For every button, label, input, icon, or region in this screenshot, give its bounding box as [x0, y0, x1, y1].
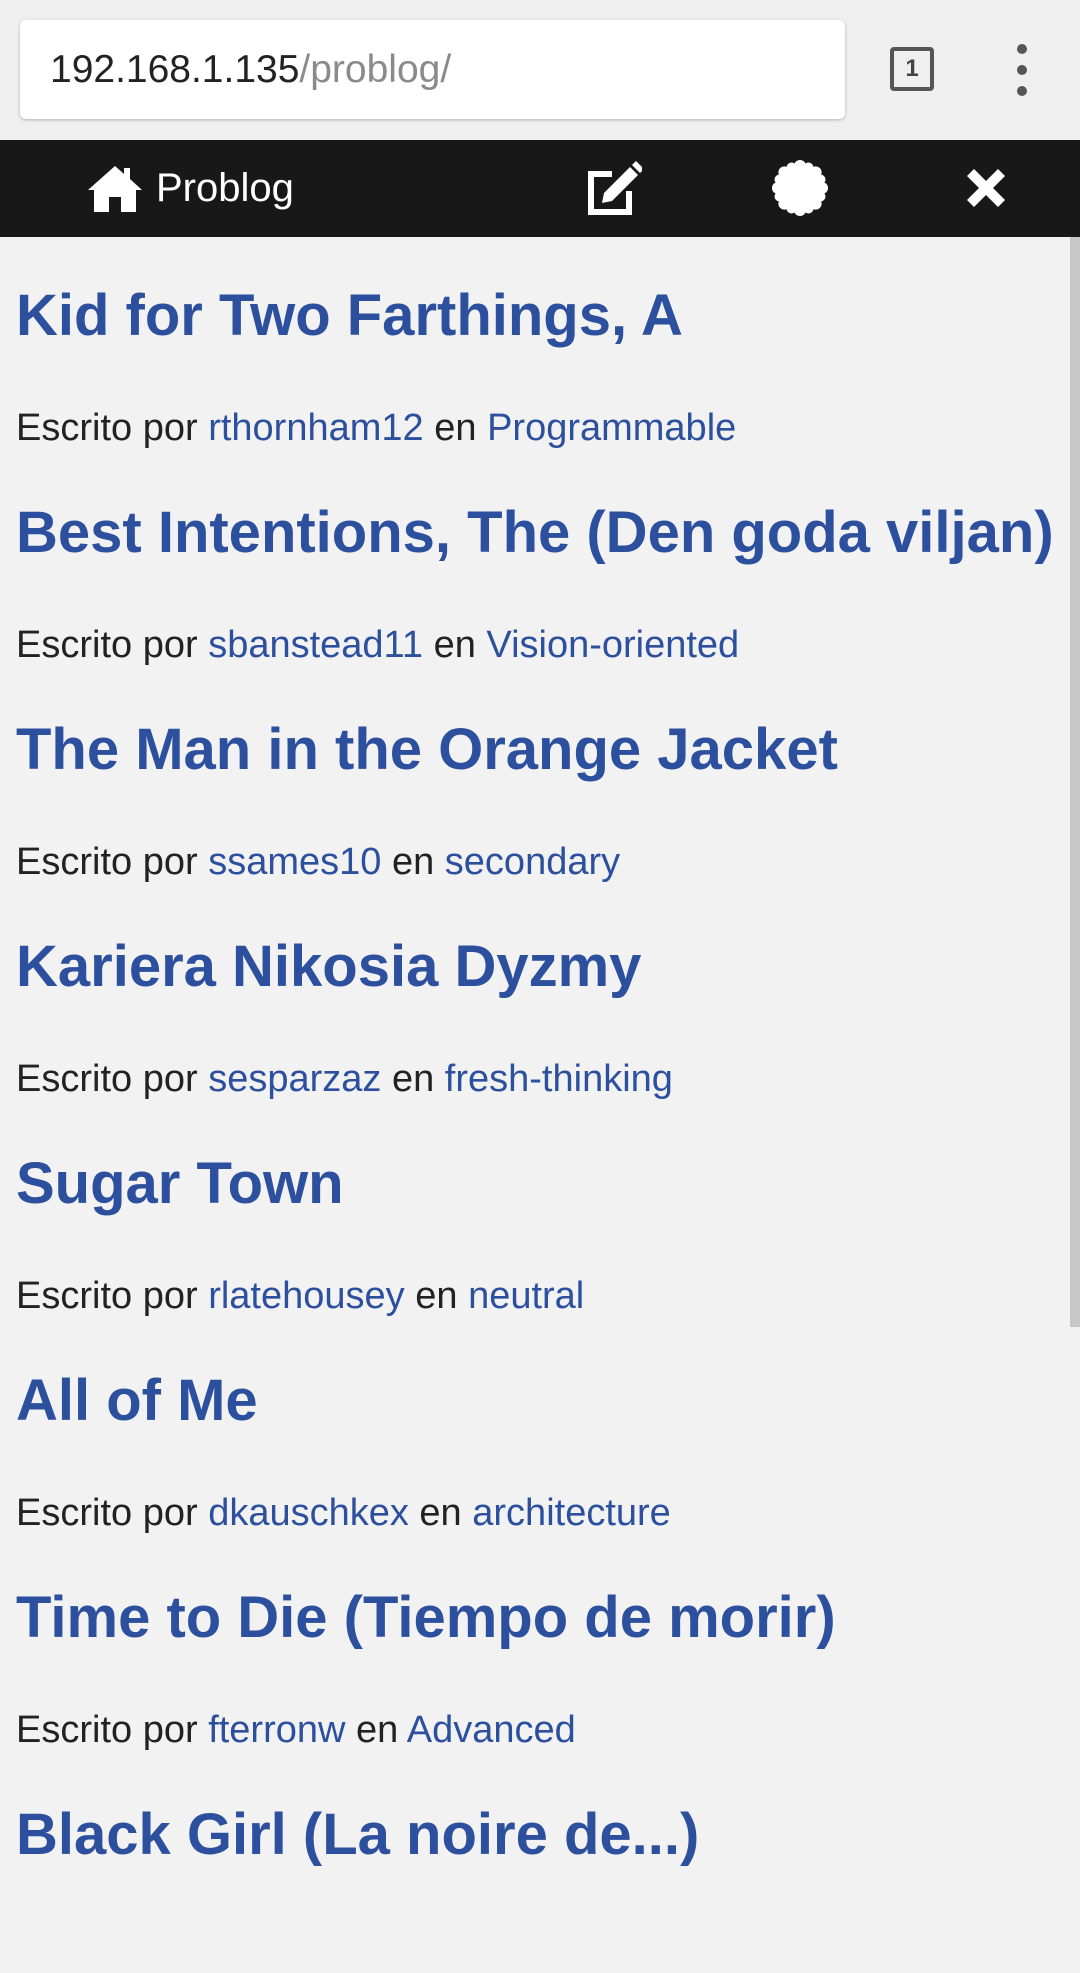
tab-count: 1: [905, 55, 919, 82]
post-item: Kariera Nikosia Dyzmy Escrito por sespar…: [16, 888, 1056, 1105]
browser-toolbar: 192.168.1.135/problog/ 1: [0, 0, 1080, 141]
post-item: Sugar Town Escrito por rlatehousey en ne…: [16, 1105, 1056, 1322]
author-link[interactable]: sbanstead11: [208, 624, 423, 666]
author-link[interactable]: sesparzaz: [208, 1058, 381, 1100]
meta-prefix: Escrito por: [16, 407, 198, 449]
meta-prefix: Escrito por: [16, 1709, 198, 1751]
meta-prefix: Escrito por: [16, 624, 198, 666]
category-link[interactable]: Vision-oriented: [486, 624, 739, 666]
post-meta: Escrito por fterronw en Advanced: [16, 1711, 576, 1749]
url-host: 192.168.1.135: [50, 47, 300, 91]
menu-dot: [1017, 86, 1027, 96]
post-title-link[interactable]: All of Me: [16, 1372, 258, 1430]
brand-home-link[interactable]: Problog: [86, 140, 294, 237]
browser-menu-button[interactable]: [1000, 44, 1044, 96]
meta-joiner: en: [433, 624, 476, 666]
post-item: Time to Die (Tiempo de morir) Escrito po…: [16, 1539, 1056, 1756]
meta-joiner: en: [391, 1058, 435, 1100]
author-link[interactable]: rlatehousey: [208, 1275, 404, 1317]
category-link[interactable]: Advanced: [407, 1709, 576, 1751]
tab-switcher-button[interactable]: 1: [890, 47, 934, 91]
meta-joiner: en: [434, 407, 477, 449]
post-meta: Escrito por sbanstead11 en Vision-orient…: [16, 626, 739, 664]
site-navbar: Problog: [0, 140, 1080, 237]
post-title-link[interactable]: Sugar Town: [16, 1155, 344, 1213]
post-meta: Escrito por rlatehousey en neutral: [16, 1277, 584, 1315]
category-link[interactable]: fresh-thinking: [445, 1058, 673, 1100]
category-link[interactable]: neutral: [468, 1275, 584, 1317]
gear-icon: [772, 160, 828, 216]
author-link[interactable]: fterronw: [208, 1709, 345, 1751]
close-icon: [967, 169, 1005, 207]
edit-icon: [588, 161, 642, 215]
meta-prefix: Escrito por: [16, 1058, 198, 1100]
meta-joiner: en: [419, 1492, 462, 1534]
post-meta: Escrito por dkauschkex en architecture: [16, 1494, 671, 1532]
meta-joiner: en: [356, 1709, 399, 1751]
post-list: Kid for Two Farthings, A Escrito por rth…: [16, 237, 1056, 1973]
url-path: /problog/: [299, 47, 452, 91]
meta-prefix: Escrito por: [16, 841, 198, 883]
post-title-link[interactable]: Black Girl (La noire de...): [16, 1806, 699, 1864]
brand-label: Problog: [156, 166, 294, 210]
post-meta: Escrito por rthornham12 en Programmable: [16, 409, 736, 447]
category-link[interactable]: architecture: [472, 1492, 671, 1534]
close-button[interactable]: [956, 158, 1016, 218]
author-link[interactable]: rthornham12: [208, 407, 423, 449]
category-link[interactable]: Programmable: [487, 407, 736, 449]
menu-dot: [1017, 44, 1027, 54]
post-item: All of Me Escrito por dkauschkex en arch…: [16, 1322, 1056, 1539]
author-link[interactable]: dkauschkex: [208, 1492, 409, 1534]
meta-joiner: en: [415, 1275, 458, 1317]
page-scrollbar[interactable]: [1070, 237, 1080, 1327]
address-bar[interactable]: 192.168.1.135/problog/: [20, 20, 845, 119]
edit-button[interactable]: [582, 158, 642, 218]
post-title-link[interactable]: The Man in the Orange Jacket: [16, 721, 838, 779]
home-icon: [88, 165, 142, 212]
post-item: The Man in the Orange Jacket Escrito por…: [16, 671, 1056, 888]
post-meta: Escrito por sesparzaz en fresh-thinking: [16, 1060, 673, 1098]
post-title-link[interactable]: Time to Die (Tiempo de morir): [16, 1589, 836, 1647]
category-link[interactable]: secondary: [445, 841, 620, 883]
post-title-link[interactable]: Best Intentions, The (Den goda viljan): [16, 504, 1054, 562]
post-item: Black Girl (La noire de...): [16, 1756, 1056, 1973]
post-item: Best Intentions, The (Den goda viljan) E…: [16, 454, 1056, 671]
meta-prefix: Escrito por: [16, 1275, 198, 1317]
author-link[interactable]: ssames10: [208, 841, 381, 883]
post-title-link[interactable]: Kid for Two Farthings, A: [16, 287, 683, 345]
post-item: Kid for Two Farthings, A Escrito por rth…: [16, 237, 1056, 454]
meta-prefix: Escrito por: [16, 1492, 198, 1534]
post-meta: Escrito por ssames10 en secondary: [16, 843, 620, 881]
meta-joiner: en: [391, 841, 435, 883]
menu-dot: [1017, 65, 1027, 75]
settings-button[interactable]: [770, 158, 830, 218]
post-title-link[interactable]: Kariera Nikosia Dyzmy: [16, 938, 641, 996]
